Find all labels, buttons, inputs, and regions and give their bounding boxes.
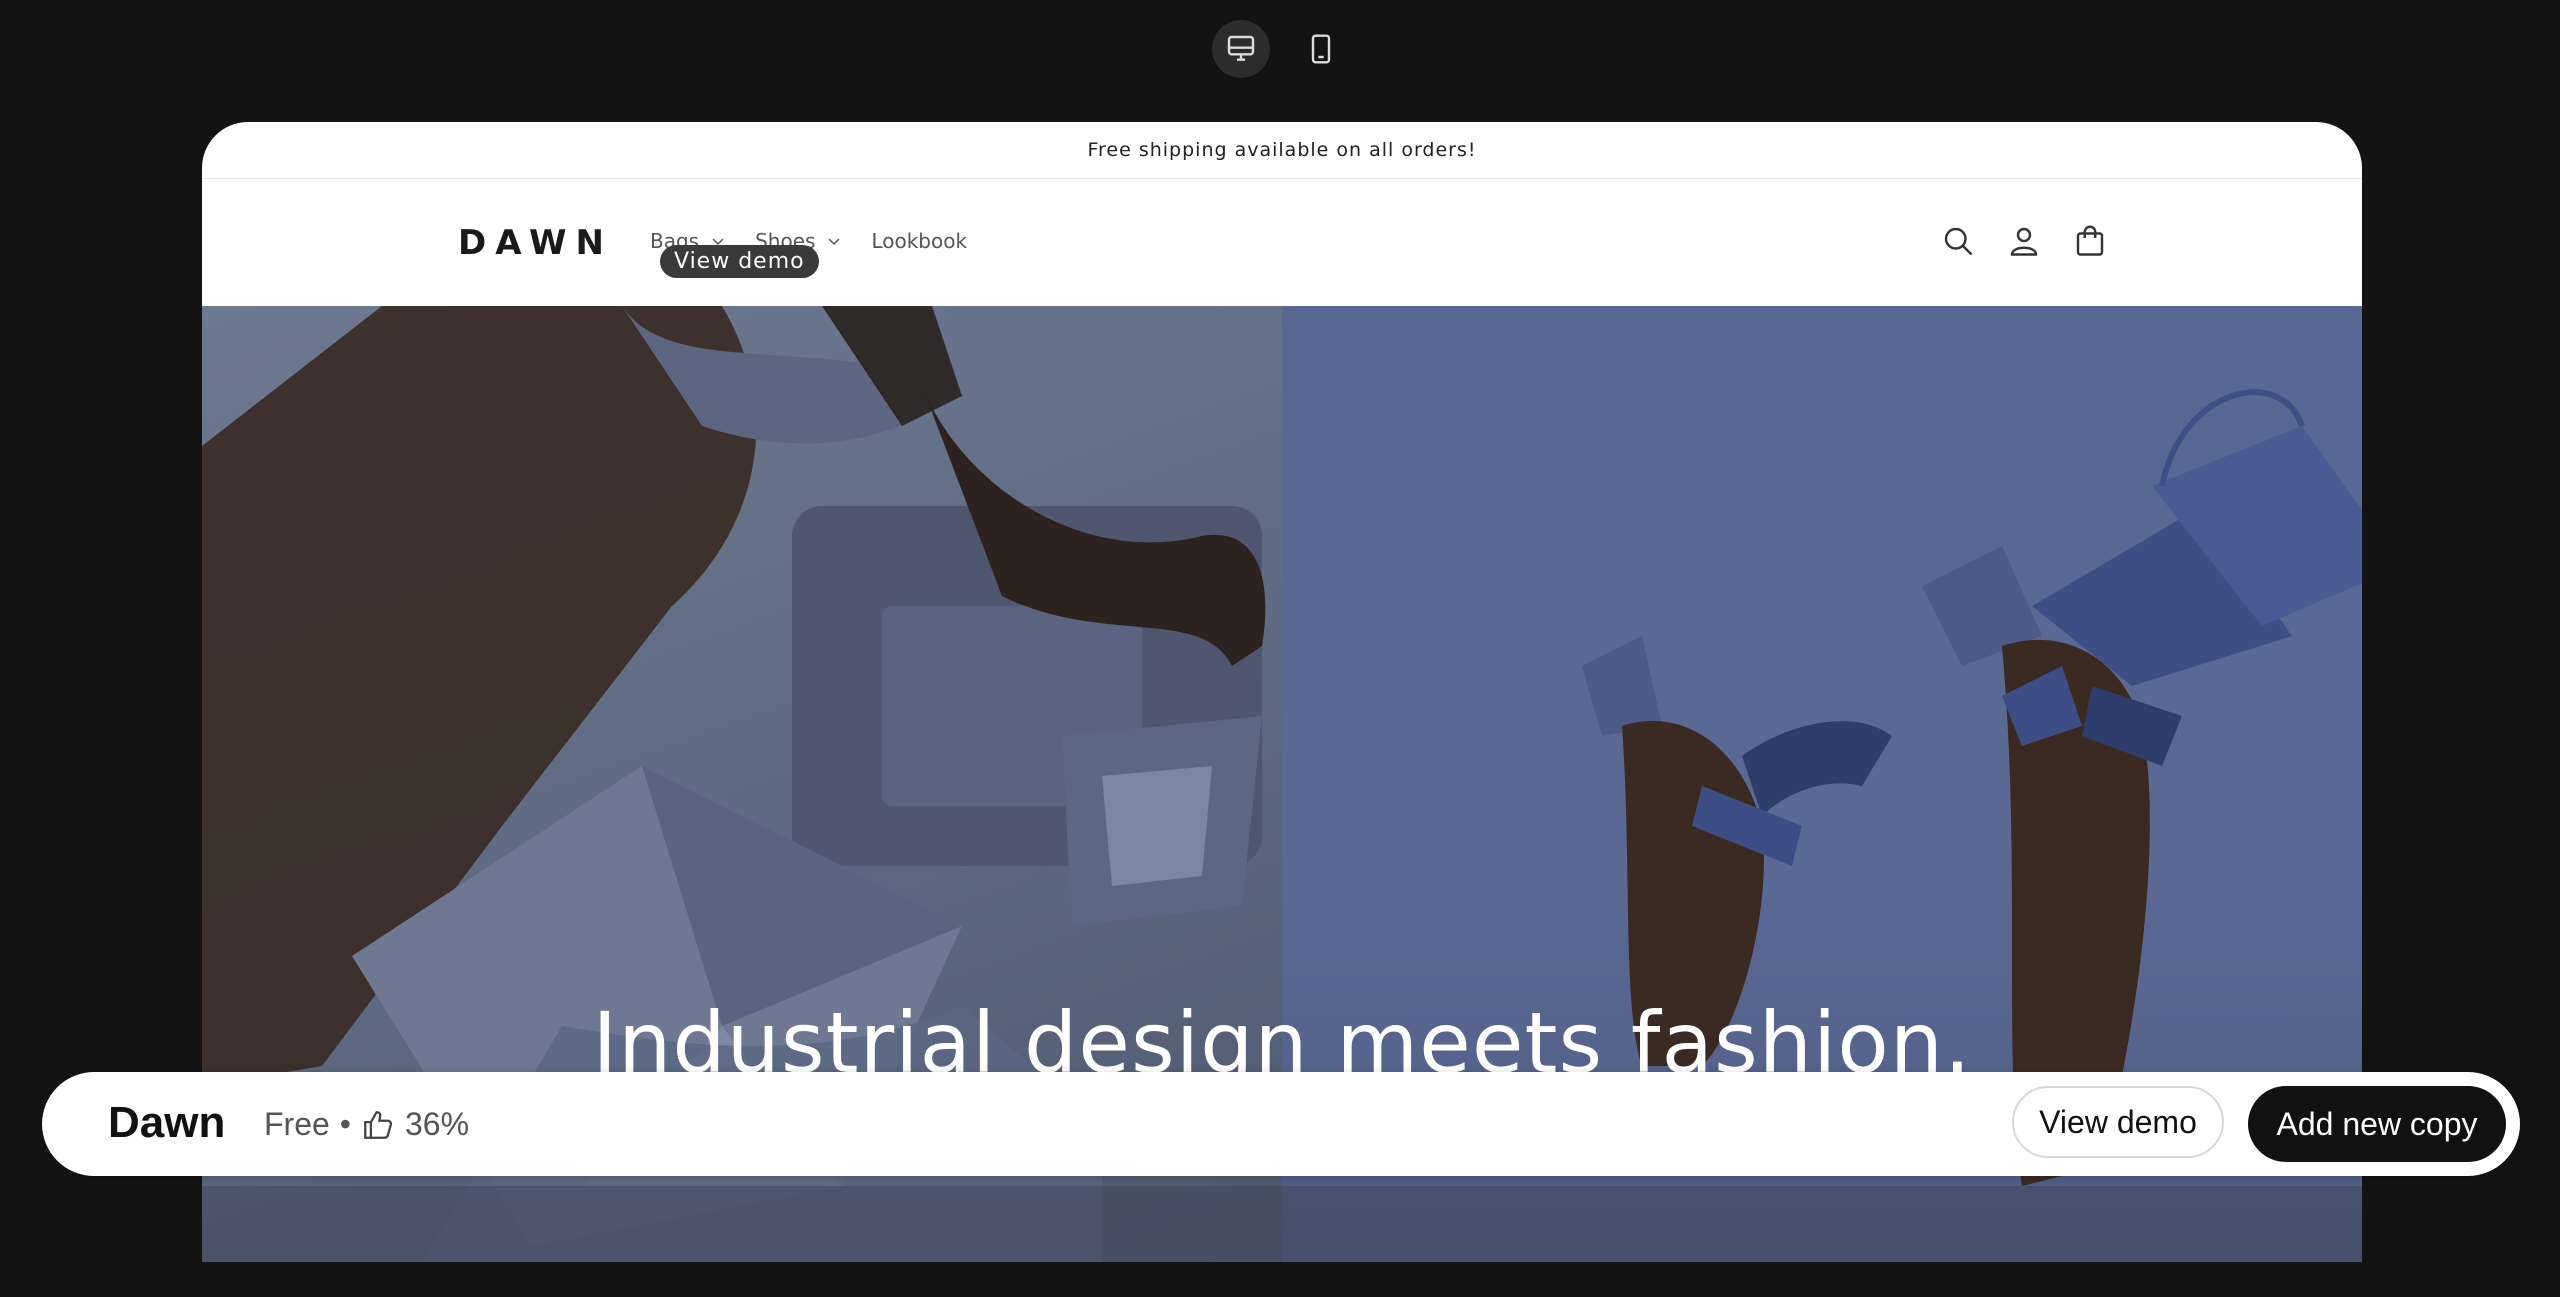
chevron-down-icon [828,238,840,246]
mobile-icon [1311,34,1331,64]
add-new-copy-button[interactable]: Add new copy [2248,1086,2506,1162]
nav-item-label: Lookbook [871,229,968,253]
header-icons [1940,223,2108,259]
mobile-preview-button[interactable] [1292,20,1350,78]
theme-name: Dawn [108,1098,226,1147]
nav-item-lookbook[interactable]: Lookbook [871,229,967,253]
theme-rating: 36% [405,1106,470,1142]
meta-separator: • [339,1106,351,1142]
desktop-preview-button[interactable] [1212,20,1270,78]
theme-price: Free [264,1106,330,1142]
desktop-icon [1227,35,1255,61]
store-logo[interactable]: DAWN [458,223,613,263]
cart-icon [2076,225,2104,256]
account-icon [2010,227,2038,256]
cart-button[interactable] [2072,223,2108,259]
search-icon [1944,227,1973,256]
device-toggle [1212,20,1350,78]
store-header: DAWN Bags Shoes Lookbook View demo [202,179,2362,305]
view-demo-button[interactable]: View demo [2012,1086,2224,1158]
search-button[interactable] [1940,223,1976,259]
view-demo-tooltip: View demo [660,245,819,278]
announcement-bar: Free shipping available on all orders! [202,122,2362,179]
theme-info-bar: Dawn Free • 36% View demo Add new copy [42,1072,2520,1176]
account-button[interactable] [2006,223,2042,259]
theme-meta: Free • 36% [264,1106,469,1143]
thumbs-up-icon [364,1110,393,1139]
